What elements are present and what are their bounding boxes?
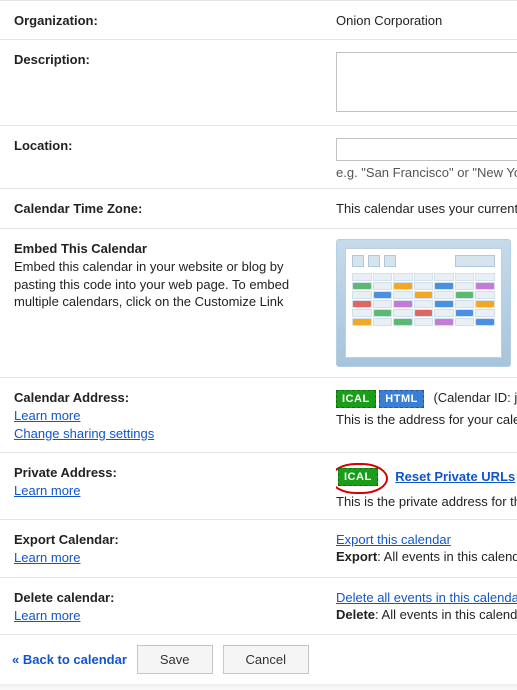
- badge-html[interactable]: HTML: [379, 390, 424, 408]
- export-desc: Export: All events in this calendar: [336, 549, 517, 564]
- export-rest: : All events in this calendar: [377, 549, 517, 564]
- row-timezone: Calendar Time Zone: This calendar uses y…: [0, 189, 517, 229]
- embed-preview-icon: [336, 239, 511, 367]
- delete-desc: Delete: All events in this calendar: [336, 607, 517, 622]
- link-export-learn-more[interactable]: Learn more: [14, 550, 80, 565]
- footer-bar: « Back to calendar Save Cancel: [0, 635, 517, 684]
- footer-shadow: [0, 684, 517, 690]
- highlight-circle-icon: ICAL: [336, 463, 388, 494]
- label-private-address: Private Address:: [14, 465, 117, 480]
- delete-rest: : All events in this calendar: [375, 607, 517, 622]
- label-location: Location:: [14, 136, 336, 180]
- row-private-address: Private Address: Learn more ICAL Reset P…: [0, 453, 517, 520]
- row-calendar-address: Calendar Address: Learn more Change shar…: [0, 378, 517, 453]
- link-private-learn-more[interactable]: Learn more: [14, 483, 80, 498]
- export-bold-prefix: Export: [336, 549, 377, 564]
- sub-embed: Embed this calendar in your website or b…: [14, 258, 326, 311]
- link-reset-private-urls[interactable]: Reset Private URLs: [395, 469, 515, 484]
- link-delete-learn-more[interactable]: Learn more: [14, 608, 80, 623]
- location-hint: e.g. "San Francisco" or "New York: [336, 165, 517, 180]
- calendar-id-text: (Calendar ID: jame: [433, 390, 517, 405]
- label-export-calendar: Export Calendar:: [14, 532, 119, 547]
- row-organization: Organization: Onion Corporation: [0, 0, 517, 40]
- link-change-sharing-settings[interactable]: Change sharing settings: [14, 426, 154, 441]
- link-back-to-calendar[interactable]: « Back to calendar: [12, 652, 127, 667]
- location-input[interactable]: [336, 138, 517, 161]
- row-description: Description:: [0, 40, 517, 126]
- row-location: Location: e.g. "San Francisco" or "New Y…: [0, 126, 517, 189]
- private-address-desc: This is the private address for this: [336, 494, 517, 509]
- description-textarea[interactable]: [336, 52, 517, 112]
- badge-private-ical[interactable]: ICAL: [338, 468, 378, 486]
- row-delete-calendar: Delete calendar: Learn more Delete all e…: [0, 578, 517, 636]
- label-description: Description:: [14, 50, 336, 67]
- value-organization: Onion Corporation: [336, 11, 517, 28]
- label-timezone: Calendar Time Zone:: [14, 199, 336, 216]
- delete-bold-prefix: Delete: [336, 607, 375, 622]
- save-button[interactable]: Save: [137, 645, 213, 674]
- link-export-this-calendar[interactable]: Export this calendar: [336, 532, 451, 547]
- row-export-calendar: Export Calendar: Learn more Export this …: [0, 520, 517, 578]
- link-caladdr-learn-more[interactable]: Learn more: [14, 408, 80, 423]
- badge-ical[interactable]: ICAL: [336, 390, 376, 408]
- link-delete-all-events[interactable]: Delete all events in this calendar: [336, 590, 517, 605]
- label-delete-calendar: Delete calendar:: [14, 590, 114, 605]
- calendar-address-desc: This is the address for your calen: [336, 412, 517, 427]
- label-calendar-address: Calendar Address:: [14, 390, 129, 405]
- label-organization: Organization:: [14, 11, 336, 28]
- cancel-button[interactable]: Cancel: [223, 645, 309, 674]
- value-timezone: This calendar uses your current ti: [336, 199, 517, 216]
- row-embed: Embed This Calendar Embed this calendar …: [0, 229, 517, 378]
- label-embed: Embed This Calendar: [14, 241, 147, 256]
